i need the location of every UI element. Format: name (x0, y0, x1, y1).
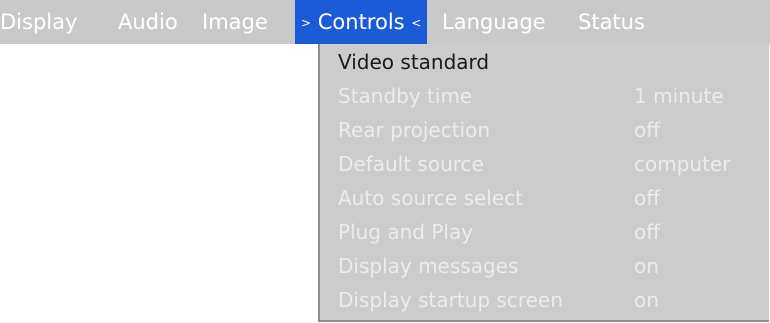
menu-bar: Display Audio Image > Controls < Languag… (0, 0, 770, 44)
menu-item-label: Video standard (338, 50, 490, 74)
menu-item-plug-and-play[interactable]: Plug and Play off (338, 218, 758, 247)
menu-item-auto-source-select[interactable]: Auto source select off (338, 184, 758, 213)
menu-item-label: Standby time (338, 84, 473, 108)
menu-item-display-startup-screen[interactable]: Display startup screen on (338, 286, 758, 315)
menu-item-label: Display startup screen (338, 288, 563, 312)
tab-label: Image (202, 10, 268, 34)
menu-item-value: on (634, 288, 659, 312)
tab-label: Display (0, 10, 78, 34)
tab-label: Status (578, 10, 645, 34)
tab-audio[interactable]: Audio (118, 0, 178, 44)
menu-item-label: Rear projection (338, 118, 491, 142)
tab-language[interactable]: Language (442, 0, 546, 44)
menu-item-rear-projection[interactable]: Rear projection off (338, 116, 758, 145)
tab-controls[interactable]: > Controls < (295, 0, 428, 44)
active-tab-left-marker: > (301, 16, 312, 30)
menu-item-display-messages[interactable]: Display messages on (338, 252, 758, 281)
menu-item-value: off (634, 118, 661, 142)
tab-image[interactable]: Image (202, 0, 268, 44)
menu-item-label: Plug and Play (338, 220, 474, 244)
tab-display[interactable]: Display (0, 0, 77, 44)
tab-status[interactable]: Status (578, 0, 645, 44)
tab-label: Controls (317, 10, 405, 34)
menu-item-standby-time[interactable]: Standby time 1 minute (338, 82, 758, 111)
tab-label: Language (442, 10, 546, 34)
controls-dropdown-menu: Video standard Standby time 1 minute Rea… (318, 44, 769, 322)
menu-item-value: computer (634, 152, 731, 176)
menu-item-label: Display messages (338, 254, 519, 278)
menu-item-label: Auto source select (338, 186, 523, 210)
menu-item-label: Default source (338, 152, 484, 176)
menu-item-default-source[interactable]: Default source computer (338, 150, 758, 179)
active-tab-right-marker: < (411, 16, 422, 30)
tab-label: Audio (118, 10, 178, 34)
menu-item-video-standard[interactable]: Video standard (338, 48, 758, 77)
menu-item-value: 1 minute (634, 84, 724, 108)
menu-item-value: on (634, 254, 659, 278)
menu-item-value: off (634, 186, 661, 210)
menu-item-value: off (634, 220, 661, 244)
